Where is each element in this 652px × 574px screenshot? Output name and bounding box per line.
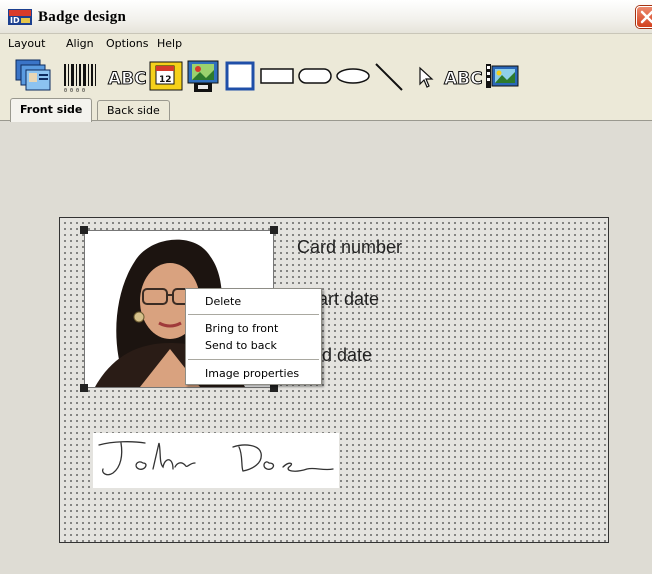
menu-options[interactable]: Options (106, 37, 148, 50)
ctx-image-properties[interactable]: Image properties (205, 367, 299, 380)
resize-handle-top-right[interactable] (270, 226, 278, 234)
rounded-rectangle-icon[interactable] (296, 58, 336, 94)
svg-text:ABC: ABC (444, 69, 482, 89)
menu-help[interactable]: Help (157, 37, 182, 50)
card-number-field[interactable]: Card number (297, 237, 402, 258)
signature-image[interactable] (93, 433, 339, 488)
context-menu: Delete Bring to front Send to back Image… (185, 288, 322, 385)
text-field-abc-icon[interactable]: ABC (442, 58, 483, 94)
resize-handle-bottom-right[interactable] (270, 384, 278, 392)
ellipse-icon[interactable] (334, 58, 374, 94)
signature-drawing (98, 441, 334, 476)
menu-align[interactable]: Align (66, 37, 94, 50)
title-bar: ID Badge design (0, 0, 652, 34)
ctx-separator (188, 314, 319, 315)
resize-handle-top-left[interactable] (80, 226, 88, 234)
close-button[interactable] (636, 6, 652, 28)
resize-handle-bottom-left[interactable] (80, 384, 88, 392)
svg-text:12: 12 (159, 75, 172, 85)
barcode-icon[interactable]: 0 0 0 0 (60, 58, 100, 94)
app-logo-icon: ID (8, 9, 32, 25)
picture-icon[interactable] (484, 58, 524, 94)
end-date-field[interactable]: d date (322, 345, 372, 366)
text-abc-icon[interactable]: ABC (106, 58, 147, 94)
window-title: Badge design (38, 9, 127, 25)
close-icon (640, 10, 652, 24)
ctx-separator (188, 359, 319, 360)
cards-stack-icon[interactable] (14, 58, 54, 94)
menu-bar: Layout Align Options Help (0, 34, 652, 54)
tab-front-side[interactable]: Front side (10, 98, 93, 122)
svg-text:ID: ID (10, 16, 20, 25)
tab-back-side[interactable]: Back side (97, 100, 170, 121)
start-date-field[interactable]: art date (318, 289, 379, 310)
square-icon[interactable] (224, 58, 256, 94)
image-import-icon[interactable] (186, 58, 222, 94)
svg-text:0 0 0 0: 0 0 0 0 (64, 88, 85, 94)
line-icon[interactable] (372, 58, 408, 94)
ctx-bring-to-front[interactable]: Bring to front (205, 322, 278, 335)
date-calendar-icon[interactable]: 12 (148, 58, 184, 94)
svg-text:ABC: ABC (108, 69, 146, 89)
rectangle-icon[interactable] (258, 58, 298, 94)
pointer-arrow-icon[interactable] (412, 58, 440, 94)
ctx-delete[interactable]: Delete (205, 295, 241, 308)
menu-layout[interactable]: Layout (8, 37, 45, 50)
ctx-send-to-back[interactable]: Send to back (205, 339, 277, 352)
toolbar: 0 0 0 0 ABC 12 ABC (0, 54, 652, 96)
